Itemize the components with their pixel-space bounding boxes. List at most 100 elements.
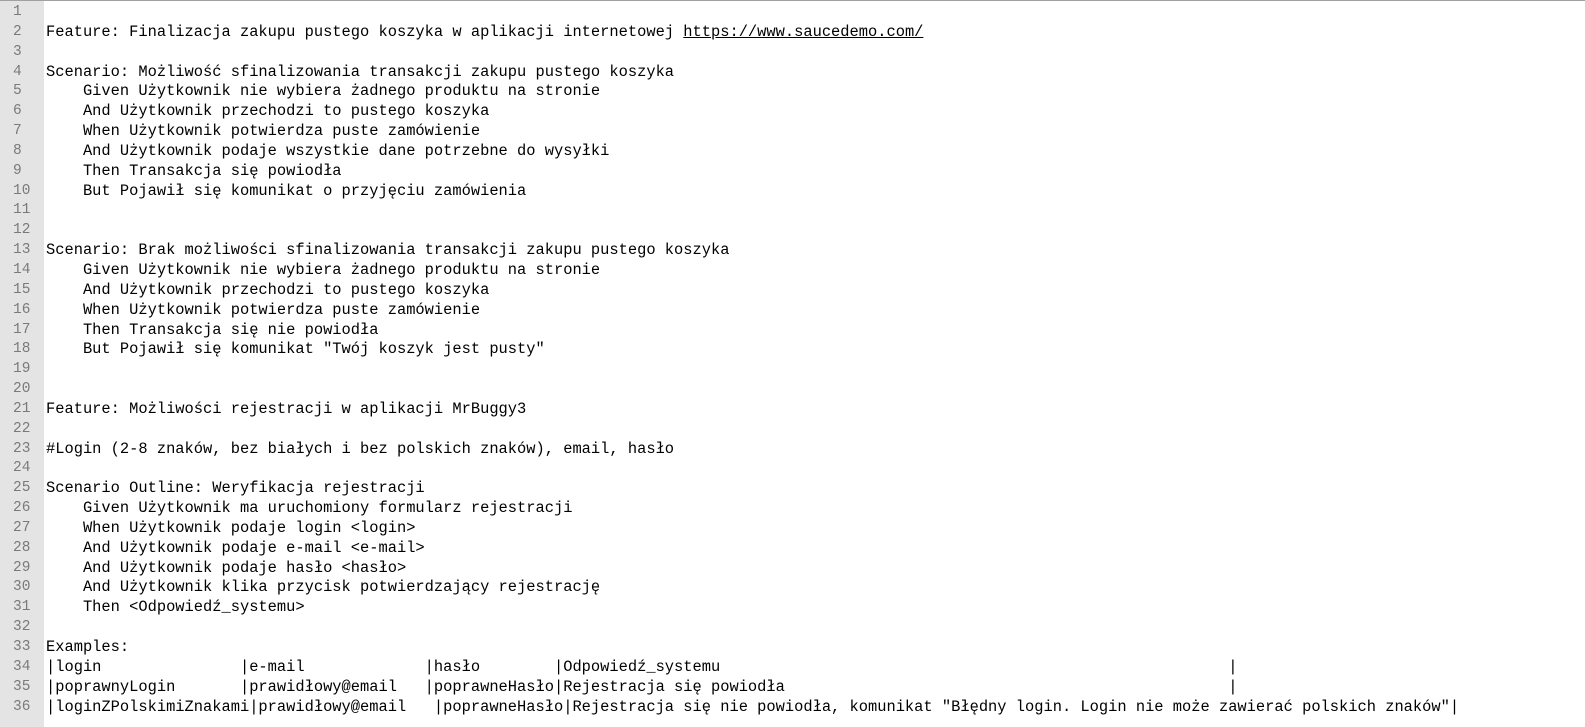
line-number: 15 <box>13 281 31 298</box>
line-number: 14 <box>13 261 31 278</box>
line-number: 5 <box>13 83 22 100</box>
code-line[interactable]: Then Transakcja się nie powiodła <box>46 321 1585 341</box>
code-line-text: Given Użytkownik nie wybiera żadnego pro… <box>46 260 601 279</box>
code-line[interactable]: Then Transakcja się powiodła <box>46 162 1585 182</box>
code-line-text: Scenario: Brak możliwości sfinalizowania… <box>46 241 730 260</box>
line-number: 19 <box>13 361 31 378</box>
line-number: 35 <box>13 678 31 695</box>
line-number: 1 <box>13 4 22 20</box>
line-number: 2 <box>13 23 22 40</box>
code-line[interactable] <box>46 360 1585 380</box>
line-number: 22 <box>13 420 31 437</box>
code-line[interactable]: |poprawnyLogin |prawidłowy@email |popraw… <box>46 678 1585 698</box>
code-line[interactable]: Examples: <box>46 638 1585 658</box>
code-line[interactable]: Scenario Outline: Weryfikacja rejestracj… <box>46 479 1585 499</box>
code-line[interactable]: Scenario: Brak możliwości sfinalizowania… <box>46 241 1585 261</box>
code-line-text: |poprawnyLogin |prawidłowy@email |popraw… <box>46 677 1238 696</box>
code-area[interactable]: Feature: Finalizacja zakupu pustego kosz… <box>44 1 1585 727</box>
line-number: 21 <box>13 400 31 417</box>
code-line-text: Then Transakcja się nie powiodła <box>46 320 379 339</box>
line-number: 18 <box>13 341 31 358</box>
line-number: 32 <box>13 619 31 636</box>
line-number: 27 <box>13 519 31 536</box>
code-line[interactable] <box>46 201 1585 221</box>
line-number: 24 <box>13 460 31 477</box>
code-line[interactable] <box>46 380 1585 400</box>
code-line-text: Examples: <box>46 638 130 656</box>
code-line[interactable] <box>46 459 1585 479</box>
code-line-text: Given Użytkownik nie wybiera żadnego pro… <box>46 82 601 101</box>
line-number: 11 <box>13 202 31 219</box>
code-line-text: Feature: Możliwości rejestracji w aplika… <box>46 399 527 418</box>
code-line[interactable] <box>46 221 1585 241</box>
code-line[interactable]: Then <Odpowiedź_systemu> <box>46 598 1585 618</box>
code-line-text: And Użytkownik przechodzi to pustego kos… <box>46 102 490 121</box>
code-line[interactable]: Feature: Możliwości rejestracji w aplika… <box>46 400 1585 420</box>
code-line-text: Given Użytkownik ma uruchomiony formular… <box>46 499 573 518</box>
code-line-text: Scenario: Możliwość sfinalizowania trans… <box>46 62 675 81</box>
line-number: 8 <box>13 142 22 159</box>
code-line[interactable] <box>46 3 1585 23</box>
code-line[interactable]: When Użytkownik podaje login <login> <box>46 519 1585 539</box>
code-line[interactable]: #Login (2-8 znaków, bez białych i bez po… <box>46 440 1585 460</box>
line-number: 9 <box>13 162 22 179</box>
code-line[interactable]: And Użytkownik podaje e-mail <e-mail> <box>46 539 1585 559</box>
code-line-text: And Użytkownik klika przycisk potwierdza… <box>46 578 601 597</box>
code-line[interactable]: But Pojawił się komunikat o przyjęciu za… <box>46 182 1585 202</box>
line-number: 33 <box>13 639 31 655</box>
code-line[interactable]: And Użytkownik przechodzi to pustego kos… <box>46 281 1585 301</box>
code-line[interactable]: Given Użytkownik nie wybiera żadnego pro… <box>46 82 1585 102</box>
code-line-text: And Użytkownik przechodzi to pustego kos… <box>46 280 490 299</box>
code-line-text: Then Transakcja się powiodła <box>46 161 342 180</box>
code-line[interactable] <box>46 618 1585 638</box>
line-number-gutter: 1 2 3 4 5 6 7 8 9 10 11 12 13 14 15 16 17 18 19 20 21 22 23 24 2… <box>0 1 44 727</box>
code-line[interactable]: Given Użytkownik nie wybiera żadnego pro… <box>46 261 1585 281</box>
line-number: 6 <box>13 103 22 120</box>
line-number: 23 <box>13 440 31 457</box>
line-number: 34 <box>13 658 31 675</box>
line-number: 10 <box>13 182 31 199</box>
line-number: 17 <box>13 321 31 338</box>
code-line[interactable]: And Użytkownik podaje hasło <hasło> <box>46 559 1585 579</box>
code-line-text: But Pojawił się komunikat o przyjęciu za… <box>46 181 527 200</box>
code-line-text: When Użytkownik potwierdza puste zamówie… <box>46 122 481 141</box>
code-line[interactable]: But Pojawił się komunikat "Twój koszyk j… <box>46 340 1585 360</box>
line-number: 4 <box>13 63 22 80</box>
line-number: 16 <box>13 301 31 318</box>
line-number: 12 <box>13 222 31 239</box>
url-link[interactable]: https://www.saucedemo.com/ <box>683 23 923 41</box>
code-line-text: Scenario Outline: Weryfikacja rejestracj… <box>46 479 425 498</box>
line-number: 31 <box>13 599 31 616</box>
code-line[interactable]: When Użytkownik potwierdza puste zamówie… <box>46 122 1585 142</box>
code-line-text: But Pojawił się komunikat "Twój koszyk j… <box>46 340 545 359</box>
code-line-text: And Użytkownik podaje e-mail <e-mail> <box>46 538 425 557</box>
line-number: 28 <box>13 539 31 556</box>
code-line-text: And Użytkownik podaje hasło <hasło> <box>46 558 407 577</box>
code-line[interactable]: |login |e-mail |hasło |Odpowiedź_systemu… <box>46 658 1585 678</box>
code-line[interactable]: And Użytkownik klika przycisk potwierdza… <box>46 578 1585 598</box>
line-number: 7 <box>13 123 22 140</box>
code-line[interactable]: And Użytkownik podaje wszystkie dane pot… <box>46 142 1585 162</box>
code-line-text: Then <Odpowiedź_systemu> <box>46 598 305 617</box>
code-line[interactable]: Feature: Finalizacja zakupu pustego kosz… <box>46 23 1585 43</box>
code-line-text: When Użytkownik podaje login <login> <box>46 518 416 537</box>
code-line-text: When Użytkownik potwierdza puste zamówie… <box>46 300 481 319</box>
code-line[interactable]: Given Użytkownik ma uruchomiony formular… <box>46 499 1585 519</box>
code-line[interactable]: And Użytkownik przechodzi to pustego kos… <box>46 102 1585 122</box>
code-line-text: Feature: Finalizacja zakupu pustego kosz… <box>46 22 684 41</box>
line-number: 29 <box>13 559 31 576</box>
line-number: 25 <box>13 480 31 497</box>
code-line-text: #Login (2-8 znaków, bez białych i bez po… <box>46 439 675 458</box>
code-line-text: And Użytkownik podaje wszystkie dane pot… <box>46 141 610 160</box>
line-number: 20 <box>13 381 31 398</box>
code-line[interactable] <box>46 43 1585 63</box>
code-line[interactable]: |loginZPolskimiZnakami|prawidłowy@email … <box>46 698 1585 718</box>
code-line[interactable]: When Użytkownik potwierdza puste zamówie… <box>46 301 1585 321</box>
line-number: 36 <box>13 698 31 715</box>
line-number: 30 <box>13 579 31 596</box>
code-line[interactable]: Scenario: Możliwość sfinalizowania trans… <box>46 63 1585 83</box>
line-number: 3 <box>13 43 22 60</box>
code-line[interactable] <box>46 420 1585 440</box>
code-line-text: |login |e-mail |hasło |Odpowiedź_systemu… <box>46 657 1238 676</box>
line-number: 26 <box>13 500 31 517</box>
